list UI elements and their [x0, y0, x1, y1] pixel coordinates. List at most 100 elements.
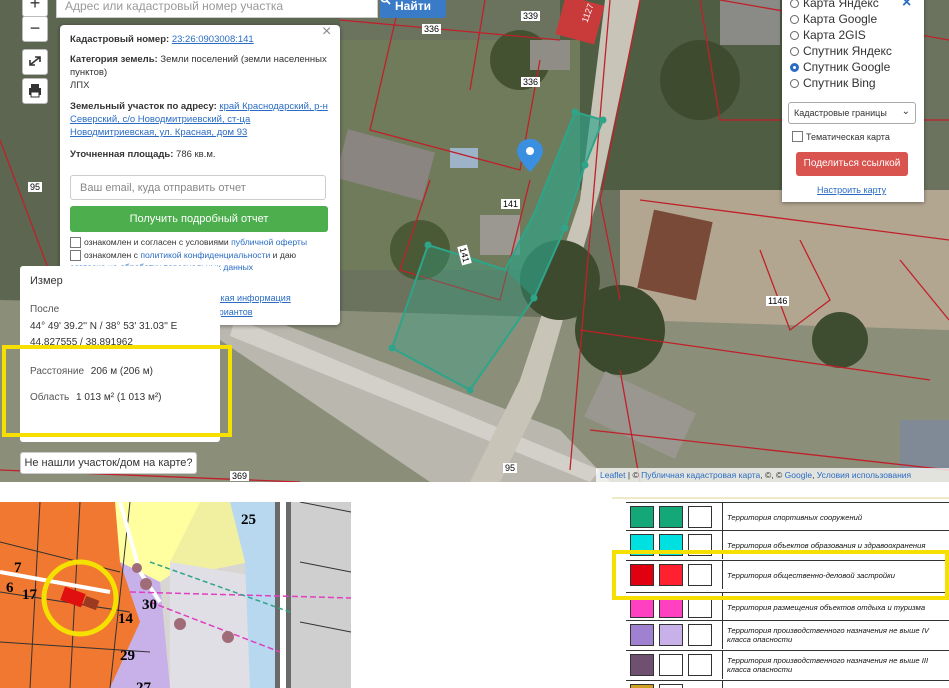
- measure-title: Измер: [30, 275, 63, 287]
- google-link[interactable]: Google: [785, 470, 812, 480]
- privacy-agree-text-2: и даю: [272, 250, 297, 260]
- share-link-button[interactable]: Поделиться ссылкой: [796, 152, 908, 176]
- plan-zone-number: 17: [22, 587, 37, 603]
- map-settings-link[interactable]: Настроить карту: [817, 185, 886, 195]
- privacy-agree-checkbox[interactable]: [70, 250, 81, 262]
- radio-button[interactable]: [790, 78, 799, 88]
- basemap-option-yandex-satellite[interactable]: Спутник Яндекс: [790, 44, 892, 58]
- land-category-label: Категория земель:: [70, 54, 158, 65]
- legend-label: Территория производственного назначения …: [722, 651, 949, 679]
- legend-swatch: [659, 654, 683, 676]
- cadastral-number-label: Кадастровый номер:: [70, 34, 170, 45]
- area-label: Уточненная площадь:: [70, 149, 174, 160]
- legend-swatch-empty: [688, 624, 712, 646]
- overlay-select-value: Кадастровые границы: [794, 108, 887, 118]
- attribution-copyright: , ©, ©: [760, 470, 785, 480]
- map-number-label: 336: [422, 24, 442, 34]
- thematic-map-checkbox[interactable]: [792, 131, 803, 142]
- overlay-select[interactable]: Кадастровые границы ⌄: [788, 102, 916, 124]
- zoom-out-button[interactable]: −: [22, 16, 48, 42]
- basemap-option-yandex-map[interactable]: Карта Яндекс: [790, 0, 879, 10]
- fullscreen-button[interactable]: [22, 49, 48, 75]
- plan-zone-number: 29: [120, 648, 135, 664]
- privacy-policy-link[interactable]: политикой конфиденциальности: [140, 250, 270, 260]
- plan-zone-number: 7: [14, 560, 22, 576]
- legend-swatch: [659, 506, 683, 528]
- search-button[interactable]: Найти: [380, 0, 446, 18]
- basemap-option-google-map[interactable]: Карта Google: [790, 12, 877, 26]
- legend-row: [626, 680, 949, 688]
- plan-zone-number: 6: [6, 580, 14, 596]
- not-found-button[interactable]: Не нашли участок/дом на карте?: [20, 452, 197, 474]
- plan-zone-number: 27: [136, 680, 151, 688]
- printer-icon: [29, 84, 41, 98]
- print-button[interactable]: [22, 78, 48, 104]
- map-number-label: 1146: [766, 296, 790, 306]
- basemap-option-label: Спутник Яндекс: [803, 44, 892, 58]
- cadastral-number-link[interactable]: 23:26:0903008:141: [172, 34, 254, 45]
- layer-control-panel: × Карта Яндекс Карта Google Карта 2GIS С…: [782, 0, 924, 202]
- legend-swatch: [630, 624, 654, 646]
- basemap-option-label: Карта Google: [803, 12, 878, 26]
- zoning-plan-drawing: [0, 502, 351, 688]
- address-label: Земельный участок по адресу:: [70, 101, 217, 112]
- zoning-legend: Территория спортивных сооружений Террито…: [612, 502, 949, 688]
- separator-strip: [0, 482, 949, 502]
- email-input[interactable]: Ваш email, куда отправить отчет: [70, 175, 326, 200]
- legend-swatch-empty: [688, 654, 712, 676]
- legend-swatch: [630, 654, 654, 676]
- legend-label: Территория производственного назначения …: [722, 621, 949, 649]
- offer-agree-text: ознакомлен и согласен с условиями: [84, 237, 229, 247]
- offer-agree-checkbox[interactable]: [70, 237, 81, 249]
- highlight-box: [2, 345, 232, 437]
- legend-swatch: [630, 506, 654, 528]
- legend-highlight-box: [612, 550, 949, 600]
- radio-button[interactable]: [790, 0, 799, 8]
- legend-row: Территория спортивных сооружений: [626, 502, 949, 531]
- terms-link[interactable]: Условия использования: [817, 470, 911, 480]
- thematic-map-toggle[interactable]: Тематическая карта: [792, 131, 890, 142]
- panel-close-button[interactable]: ×: [902, 0, 911, 12]
- public-offer-link[interactable]: публичной оферты: [231, 237, 307, 247]
- chevron-down-icon: ⌄: [901, 106, 910, 117]
- pkk-link[interactable]: Публичная кадастровая карта: [641, 470, 760, 480]
- search-icon: [380, 0, 391, 5]
- map-number-label: 141: [501, 199, 521, 209]
- leaflet-link[interactable]: Leaflet: [600, 470, 626, 480]
- plan-zone-number: 30: [142, 597, 157, 613]
- map-number-label: 95: [503, 463, 518, 473]
- basemap-option-google-satellite[interactable]: Спутник Google: [790, 60, 890, 74]
- last-point-label: После: [30, 304, 60, 315]
- address-search-input[interactable]: Адрес или кадастровый номер участка: [56, 0, 378, 18]
- legend-swatch-empty: [688, 506, 712, 528]
- map-number-label: 369: [230, 471, 250, 481]
- basemap-option-label: Карта 2GIS: [803, 28, 866, 42]
- radio-button[interactable]: [790, 46, 799, 56]
- expand-icon: [29, 56, 41, 66]
- map-number-label: 339: [521, 11, 541, 21]
- land-use-value: ЛПХ: [70, 80, 90, 91]
- plan-zone-number: 25: [241, 512, 256, 528]
- get-report-button[interactable]: Получить подробный отчет: [70, 206, 328, 232]
- basemap-option-label: Карта Яндекс: [803, 0, 879, 10]
- basemap-option-bing-satellite[interactable]: Спутник Bing: [790, 76, 876, 90]
- basemap-option-label: Спутник Google: [803, 60, 891, 74]
- map-number-label: 95: [28, 182, 43, 192]
- legend-row: Территория производственного назначения …: [626, 650, 949, 679]
- plan-zone-number: 14: [118, 611, 133, 627]
- radio-button[interactable]: [790, 14, 799, 24]
- legend-label: [722, 681, 949, 688]
- area-value: 786 кв.м.: [176, 149, 216, 160]
- legend-swatch: [659, 684, 683, 688]
- legend-row: Территория производственного назначения …: [626, 620, 949, 649]
- zoom-in-button[interactable]: +: [22, 0, 48, 17]
- map-view[interactable]: 339 1127 336 336 95 141 141 1146 95 369 …: [0, 0, 949, 482]
- basemap-option-label: Спутник Bing: [803, 76, 876, 90]
- thematic-map-label: Тематическая карта: [806, 131, 890, 142]
- radio-button-selected[interactable]: [790, 62, 799, 72]
- coords-dms: 44° 49' 39.2'' N / 38° 53' 31.03'' E: [30, 321, 178, 332]
- radio-button[interactable]: [790, 30, 799, 40]
- legend-swatch: [630, 684, 654, 688]
- basemap-option-2gis-map[interactable]: Карта 2GIS: [790, 28, 866, 42]
- separator-line: [612, 497, 949, 499]
